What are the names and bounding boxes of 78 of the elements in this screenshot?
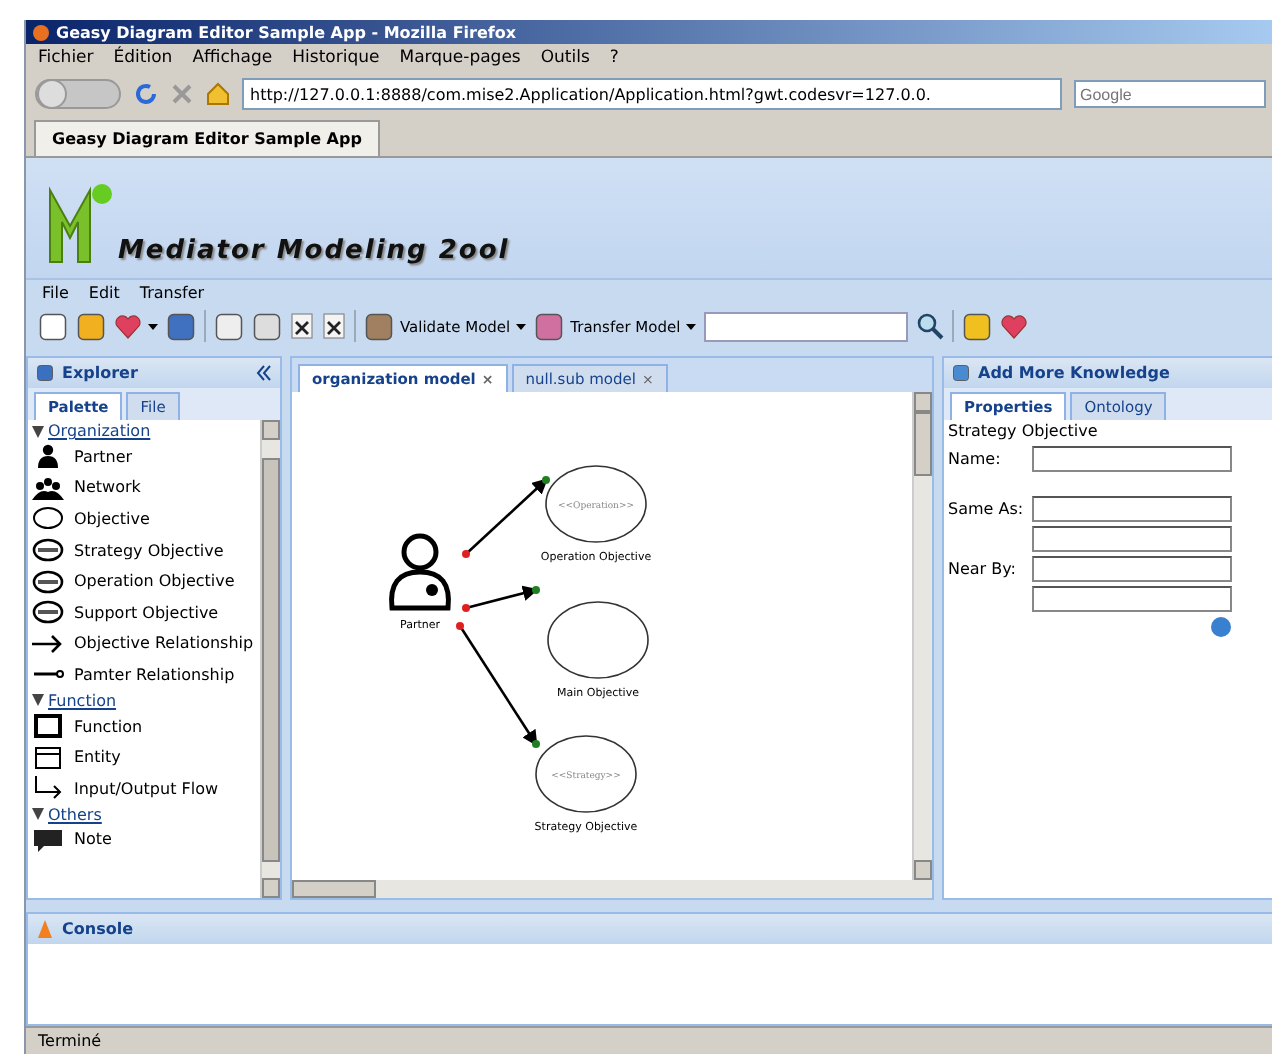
- palette-item[interactable]: Network: [32, 473, 256, 503]
- delete-icon: [322, 312, 346, 340]
- expanded-icon[interactable]: [32, 425, 44, 437]
- expanded-icon[interactable]: [32, 694, 44, 707]
- palette-item[interactable]: Strategy Objective: [32, 535, 256, 565]
- field-label: Same As:: [948, 500, 1026, 518]
- scrollbar[interactable]: [260, 420, 280, 898]
- connector-arrow[interactable]: [456, 622, 540, 748]
- flow-icon: [32, 776, 64, 801]
- home-icon[interactable]: [206, 82, 230, 106]
- text-field[interactable]: [1032, 446, 1232, 472]
- search-icon[interactable]: [916, 312, 945, 340]
- menu-item[interactable]: Historique: [292, 48, 380, 68]
- palette-item[interactable]: Objective Relationship: [32, 629, 256, 659]
- objective-ellipse[interactable]: [535, 735, 637, 813]
- group-label[interactable]: Function: [48, 691, 117, 710]
- heart-icon: [114, 313, 142, 339]
- window-title: Geasy Diagram Editor Sample App - Mozilla Firefox: [56, 23, 517, 41]
- people-icon: [32, 475, 64, 500]
- palette-item[interactable]: Pamter Relationship: [32, 660, 256, 690]
- palette-item[interactable]: Input/Output Flow: [32, 773, 256, 804]
- objective-ellipse[interactable]: [547, 601, 649, 679]
- group-label[interactable]: Others: [48, 805, 102, 824]
- panel-title: Console: [62, 920, 133, 938]
- palette-item[interactable]: Entity: [32, 742, 256, 772]
- note-icon: [32, 827, 64, 852]
- arrow-icon: [32, 631, 64, 656]
- horizontal-scrollbar[interactable]: [292, 880, 932, 898]
- scrollbar[interactable]: [912, 392, 932, 880]
- menu-item[interactable]: Affichage: [192, 48, 273, 68]
- menu-item[interactable]: File: [42, 283, 69, 301]
- panel-title: Add More Knowledge: [978, 364, 1170, 382]
- toolbar-menu-button[interactable]: [114, 313, 158, 339]
- field-label: Near By:: [948, 560, 1018, 578]
- entity-icon: [32, 745, 64, 770]
- palette-item[interactable]: Support Objective: [32, 597, 256, 628]
- field-label: Name:: [948, 450, 1003, 468]
- menu-item[interactable]: Marque-pages: [399, 48, 521, 68]
- group-label[interactable]: Organization: [48, 422, 151, 440]
- reload-icon[interactable]: [134, 82, 158, 106]
- palette-item[interactable]: Partner: [32, 442, 256, 472]
- text-field[interactable]: [1032, 556, 1232, 582]
- person-icon: [32, 444, 64, 469]
- panel-title: Explorer: [62, 364, 140, 382]
- form-heading: Strategy Objective: [946, 420, 1100, 442]
- palette-item[interactable]: Note: [32, 825, 256, 855]
- menu-item[interactable]: Edit: [88, 283, 120, 301]
- menu-item[interactable]: Fichier: [38, 48, 94, 68]
- connector-arrow[interactable]: [462, 585, 540, 612]
- logo-drawing: [46, 178, 114, 266]
- app-title: Mediator Modeling 2ool: [118, 236, 510, 266]
- text-field[interactable]: [1032, 496, 1232, 522]
- toolbar-button[interactable]: [322, 312, 346, 340]
- caret-icon: [148, 323, 158, 329]
- browser-tab[interactable]: Geasy Diagram Editor Sample App: [34, 120, 380, 156]
- ellipse-icon: [32, 506, 64, 531]
- actor-icon[interactable]: [389, 533, 451, 611]
- caret-icon: [686, 323, 697, 329]
- address-text: http://127.0.0.1:8888/com.mise2.Application/Application.html?gwt.codesvr=127.0.0.: [250, 85, 931, 103]
- menu-item[interactable]: ?: [609, 48, 619, 68]
- text-field[interactable]: [1032, 586, 1232, 612]
- text-field[interactable]: [1032, 526, 1232, 552]
- menu-item[interactable]: Édition: [113, 48, 173, 68]
- search-field[interactable]: [704, 311, 909, 341]
- traffic-cone-icon: [36, 919, 54, 939]
- menu-item[interactable]: Outils: [540, 48, 590, 68]
- collapse-icon[interactable]: [254, 364, 272, 382]
- expanded-icon[interactable]: [32, 808, 44, 821]
- heart-icon: [1000, 313, 1029, 339]
- palette-item[interactable]: Objective: [32, 504, 256, 534]
- palette-item[interactable]: Operation Objective: [32, 566, 256, 596]
- objective-ellipse[interactable]: [545, 465, 647, 543]
- web-search-field[interactable]: Google: [1074, 80, 1266, 108]
- caret-icon: [516, 323, 527, 329]
- palette-item[interactable]: Function: [32, 711, 256, 741]
- menu-item[interactable]: Transfer: [139, 283, 205, 301]
- address-field[interactable]: http://127.0.0.1:8888/com.mise2.Application/Application.html?gwt.codesvr=127.0.0.: [242, 78, 1062, 110]
- square-icon: [32, 714, 64, 739]
